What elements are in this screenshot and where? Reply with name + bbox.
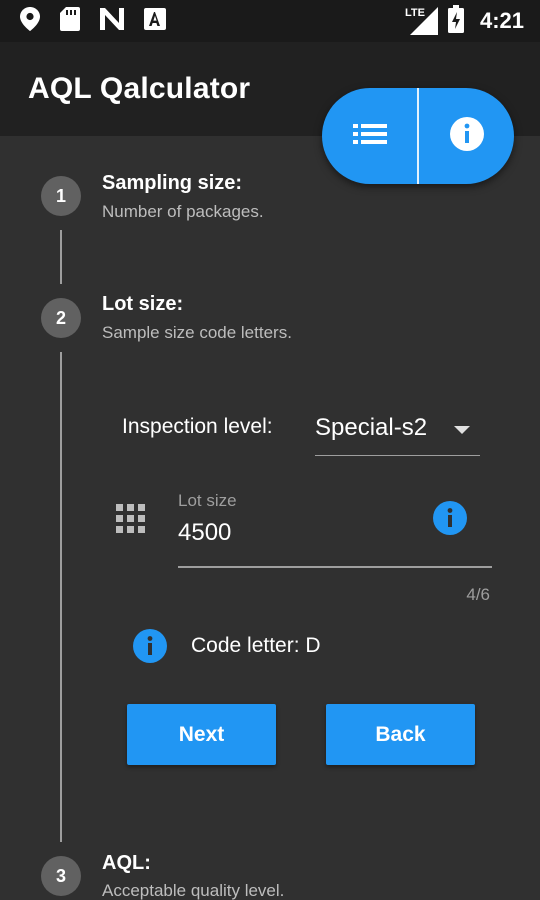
info-button[interactable] bbox=[419, 88, 514, 184]
info-icon bbox=[449, 116, 485, 157]
list-button[interactable] bbox=[322, 88, 417, 184]
step-1-subtitle: Number of packages. bbox=[102, 202, 264, 221]
lot-size-underline bbox=[178, 566, 492, 568]
char-counter: 4/6 bbox=[466, 585, 490, 604]
step-2-circle[interactable]: 2 bbox=[41, 298, 81, 338]
code-letter-text: Code letter: D bbox=[191, 634, 321, 657]
status-bar: LTE 4:21 bbox=[0, 0, 540, 42]
list-icon bbox=[352, 122, 387, 151]
lot-size-label: Lot size bbox=[178, 491, 237, 510]
next-button[interactable]: Next bbox=[127, 704, 276, 765]
step-3-title[interactable]: AQL: bbox=[102, 852, 151, 875]
signal-icon: LTE bbox=[403, 7, 438, 35]
fab-group bbox=[322, 88, 514, 184]
code-letter-info-icon bbox=[133, 629, 167, 663]
back-button[interactable]: Back bbox=[326, 704, 475, 765]
app-title: AQL Qalculator bbox=[28, 72, 251, 105]
step-1-circle[interactable]: 1 bbox=[41, 176, 81, 216]
battery-charging-icon bbox=[447, 4, 464, 38]
lot-size-info-icon[interactable] bbox=[433, 501, 467, 535]
dropdown-arrow-icon bbox=[454, 426, 470, 434]
step-3-circle[interactable]: 3 bbox=[41, 856, 81, 896]
sd-card-icon bbox=[60, 6, 80, 36]
step-3-subtitle: Acceptable quality level. bbox=[102, 881, 285, 900]
lot-size-input[interactable] bbox=[178, 516, 418, 550]
status-time: 4:21 bbox=[479, 8, 524, 33]
network-label: LTE bbox=[403, 7, 426, 19]
step-1-title[interactable]: Sampling size: bbox=[102, 172, 242, 195]
step-2-title[interactable]: Lot size: bbox=[102, 293, 183, 316]
inspection-level-label: Inspection level: bbox=[122, 415, 273, 438]
step-connector-1 bbox=[60, 230, 62, 284]
n-logo-icon bbox=[100, 7, 124, 35]
a-box-icon bbox=[144, 7, 166, 35]
step-connector-2 bbox=[60, 352, 62, 842]
inspection-level-value: Special-s2 bbox=[315, 414, 428, 441]
location-pin-icon bbox=[20, 6, 40, 36]
inspection-level-dropdown[interactable]: Special-s2 bbox=[315, 408, 480, 456]
grid-icon bbox=[116, 504, 146, 539]
step-2-subtitle: Sample size code letters. bbox=[102, 323, 292, 342]
